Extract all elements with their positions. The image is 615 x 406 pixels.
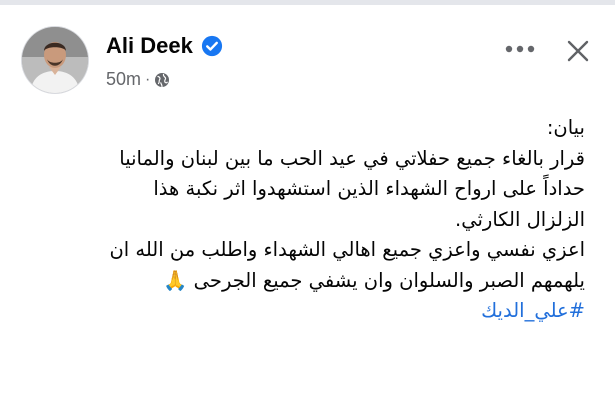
post-line-5: اعزي نفسي واعزي جميع اهالي الشهداء واطلب… — [109, 238, 585, 261]
facebook-post: Ali Deek 50m · بيان: قرار بالغاء جميع حف… — [0, 5, 615, 340]
post-timestamp[interactable]: 50m — [106, 69, 141, 90]
verified-badge-icon — [201, 35, 222, 57]
post-line-1: بيان: — [546, 116, 585, 139]
post-line-4: الزلزال الكارثي. — [455, 207, 585, 231]
hashtag-link[interactable]: #علي_الديك — [25, 296, 585, 327]
post-line-6: يلهمهم الصبر والسلوان وان يشفي جميع الجر… — [163, 268, 585, 292]
meta-separator: · — [145, 70, 151, 88]
author-name[interactable]: Ali Deek — [106, 33, 193, 59]
close-button[interactable] — [558, 31, 598, 71]
more-options-icon — [505, 45, 535, 53]
author-row: Ali Deek — [106, 33, 223, 59]
post-header: Ali Deek 50m · — [18, 23, 598, 95]
post-text: بيان: قرار بالغاء جميع حفلاتي في عيد الح… — [25, 113, 585, 327]
post-line-2: قرار بالغاء جميع حفلاتي في عيد الحب ما ب… — [119, 146, 585, 170]
post-line-3: حداداً على ارواح الشهداء الذين استشهدوا … — [153, 177, 585, 200]
more-options-button[interactable] — [500, 35, 540, 63]
author-avatar[interactable] — [22, 27, 88, 93]
close-icon — [567, 40, 589, 62]
avatar-photo — [22, 27, 88, 93]
post-meta: 50m · — [106, 69, 170, 90]
globe-icon[interactable] — [154, 72, 170, 88]
post-footer-area — [0, 340, 615, 406]
